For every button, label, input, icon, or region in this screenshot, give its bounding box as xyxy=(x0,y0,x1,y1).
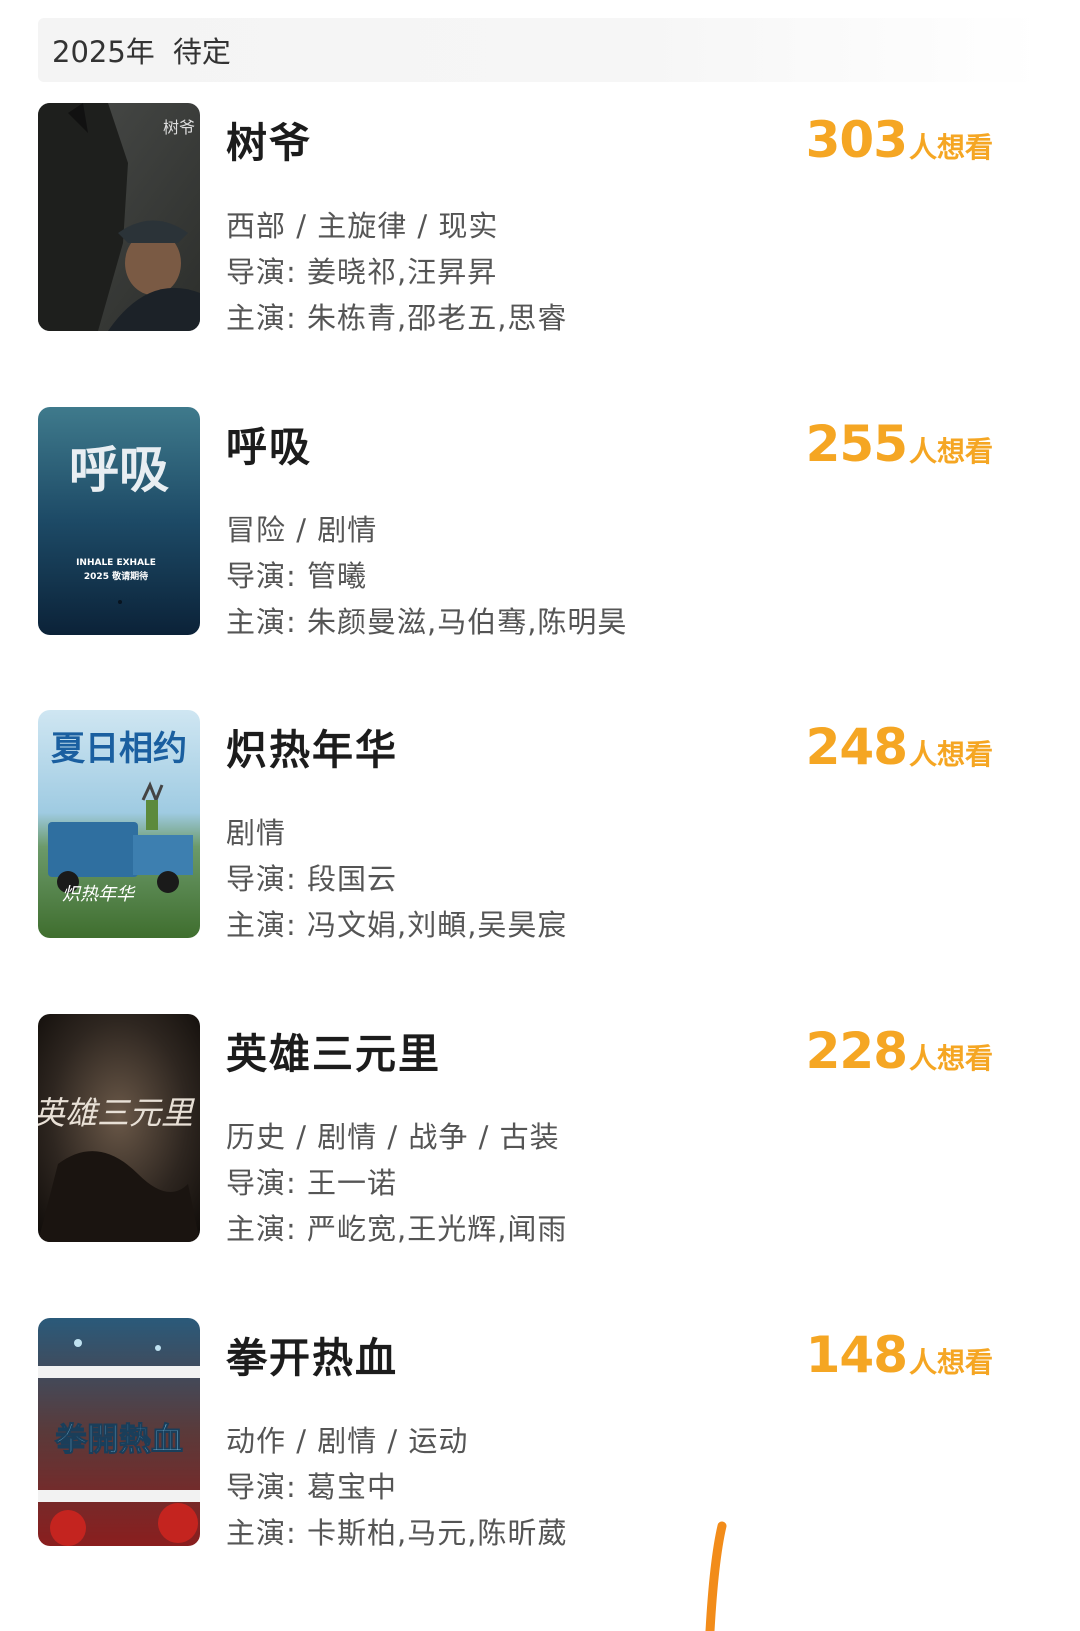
poster-text: 拳開熱血 xyxy=(54,1420,183,1458)
scribble-mark xyxy=(705,1521,727,1631)
want-count: 248 xyxy=(805,718,908,776)
movie-item[interactable]: 呼吸 INHALE EXHALE 2025 敬请期待 呼吸 255 人想看 冒险… xyxy=(38,407,1038,647)
section-year: 2025年 xyxy=(52,35,155,69)
movie-cast: 主演: 朱栋青,邵老五,思睿 xyxy=(226,301,568,335)
movie-poster[interactable]: 树爷 xyxy=(38,103,200,331)
want-to-see: 228 人想看 xyxy=(806,1022,993,1080)
want-label: 人想看 xyxy=(908,131,993,164)
movie-poster[interactable]: 拳開熱血 xyxy=(38,1318,200,1546)
movie-title[interactable]: 呼吸 xyxy=(226,413,312,473)
want-to-see: 255 人想看 xyxy=(806,415,993,473)
want-to-see: 148 人想看 xyxy=(806,1326,993,1384)
poster-text: 夏日相约 xyxy=(51,729,187,769)
movie-item[interactable]: 拳開熱血 拳开热血 148 人想看 动作 / 剧情 / 运动 导演: 葛宝中 主… xyxy=(38,1318,1038,1558)
section-status: 待定 xyxy=(172,35,231,69)
movie-title[interactable]: 炽热年华 xyxy=(226,716,398,776)
movie-cast: 主演: 卡斯柏,马元,陈昕葳 xyxy=(226,1516,568,1550)
want-to-see: 248 人想看 xyxy=(806,718,993,776)
poster-sub: 炽热年华 xyxy=(62,884,136,905)
want-to-see: 303 人想看 xyxy=(806,111,993,169)
movie-director: 导演: 段国云 xyxy=(226,862,397,896)
want-count: 148 xyxy=(805,1326,908,1384)
movie-cast: 主演: 冯文娟,刘頔,吴昊宸 xyxy=(226,908,568,942)
want-label: 人想看 xyxy=(908,435,993,468)
poster-text: 呼吸 xyxy=(69,441,169,499)
movie-poster[interactable]: 呼吸 INHALE EXHALE 2025 敬请期待 xyxy=(38,407,200,635)
movie-poster[interactable]: 英雄三元里 xyxy=(38,1014,200,1242)
movie-item[interactable]: 英雄三元里 英雄三元里 228 人想看 历史 / 剧情 / 战争 / 古装 导演… xyxy=(38,1014,1038,1254)
want-label: 人想看 xyxy=(908,1346,993,1379)
want-count: 303 xyxy=(805,111,908,169)
movie-genres: 动作 / 剧情 / 运动 xyxy=(226,1424,469,1458)
want-count: 228 xyxy=(805,1022,908,1080)
want-count: 255 xyxy=(805,415,908,473)
movie-title[interactable]: 拳开热血 xyxy=(226,1324,398,1384)
movie-genres: 历史 / 剧情 / 战争 / 古装 xyxy=(226,1120,560,1154)
want-label: 人想看 xyxy=(908,1042,993,1075)
movie-title[interactable]: 英雄三元里 xyxy=(226,1020,441,1080)
movie-cast: 主演: 严屹宽,王光辉,闻雨 xyxy=(226,1212,568,1246)
movie-poster[interactable]: 夏日相约 炽热年华 xyxy=(38,710,200,938)
movie-genres: 冒险 / 剧情 xyxy=(226,513,378,547)
poster-sub2: 2025 敬请期待 xyxy=(84,570,148,582)
poster-text: 树爷 xyxy=(163,118,195,137)
section-header: 2025年 待定 xyxy=(38,18,1042,82)
movie-director: 导演: 王一诺 xyxy=(226,1166,397,1200)
want-label: 人想看 xyxy=(908,738,993,771)
movie-title[interactable]: 树爷 xyxy=(226,109,312,169)
poster-text: 英雄三元里 xyxy=(38,1094,195,1132)
movie-director: 导演: 管曦 xyxy=(226,559,367,593)
movie-item[interactable]: 树爷 树爷 303 人想看 西部 / 主旋律 / 现实 导演: 姜晓祁,汪昇昇 … xyxy=(38,103,1038,343)
movie-director: 导演: 葛宝中 xyxy=(226,1470,397,1504)
movie-genres: 西部 / 主旋律 / 现实 xyxy=(226,209,499,243)
movie-cast: 主演: 朱颜曼滋,马伯骞,陈明昊 xyxy=(226,605,628,639)
movie-genres: 剧情 xyxy=(226,816,287,850)
movie-item[interactable]: 夏日相约 炽热年华 炽热年华 248 人想看 剧情 导演: 段国云 主演: 冯文… xyxy=(38,710,1038,950)
movie-director: 导演: 姜晓祁,汪昇昇 xyxy=(226,255,498,289)
poster-sub: INHALE EXHALE xyxy=(76,558,156,568)
